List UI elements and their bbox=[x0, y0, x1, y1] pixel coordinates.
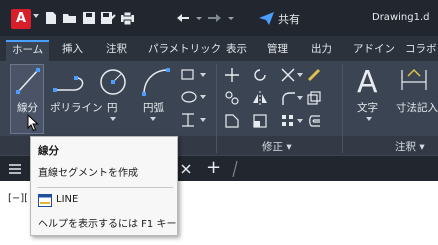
fillet-icon[interactable] bbox=[280, 90, 296, 106]
plot-icon[interactable] bbox=[120, 10, 136, 26]
modify-panel-title[interactable]: 修正 ▾ bbox=[262, 139, 292, 154]
copy-icon[interactable] bbox=[224, 90, 240, 106]
offset-icon[interactable] bbox=[306, 113, 322, 129]
text-icon[interactable]: A bbox=[355, 64, 383, 96]
hatch-dropdown-icon[interactable] bbox=[200, 95, 206, 99]
fillet-dropdown-icon[interactable] bbox=[297, 96, 303, 100]
boundary-icon[interactable] bbox=[180, 112, 196, 128]
dimension-tool-label[interactable]: 寸法記入 bbox=[396, 100, 438, 115]
tab-view[interactable]: 表示 bbox=[226, 40, 247, 61]
open-folder-icon[interactable] bbox=[62, 10, 78, 26]
undo-icon[interactable] bbox=[176, 10, 192, 26]
save-as-icon[interactable] bbox=[100, 10, 116, 26]
save-icon[interactable] bbox=[82, 10, 97, 26]
panel-divider bbox=[342, 64, 343, 153]
trim-dropdown-icon[interactable] bbox=[297, 73, 303, 77]
mirror-icon[interactable] bbox=[252, 90, 268, 106]
tab-separator-icon bbox=[232, 160, 238, 178]
tab-manage[interactable]: 管理 bbox=[267, 40, 288, 61]
arc-icon[interactable] bbox=[140, 66, 172, 98]
stretch-icon[interactable] bbox=[224, 113, 240, 129]
circle-tool-label[interactable]: 円 bbox=[107, 100, 118, 115]
hatch-icon[interactable] bbox=[180, 90, 198, 104]
command-line-icon bbox=[38, 194, 52, 207]
redo-icon[interactable] bbox=[206, 10, 222, 26]
tooltip-help-hint: ヘルプを表示するには F1 キー bbox=[38, 219, 177, 230]
scale-icon[interactable] bbox=[252, 113, 268, 129]
tab-annotate[interactable]: 注釈 bbox=[106, 40, 127, 61]
app-menu-caret-icon[interactable] bbox=[33, 14, 39, 18]
close-tab-icon[interactable] bbox=[180, 163, 192, 175]
hamburger-menu-icon[interactable] bbox=[8, 162, 22, 176]
ribbon-tab-bar: ホーム 挿入 注釈 パラメトリック 表示 管理 出力 アドイン コラボレ bbox=[0, 36, 438, 61]
new-file-icon[interactable] bbox=[44, 10, 58, 26]
circle-icon[interactable] bbox=[97, 66, 129, 98]
title-bar: A 共有 Drawing1.d bbox=[0, 0, 438, 36]
tab-output[interactable]: 出力 bbox=[311, 40, 332, 61]
tab-add-ins[interactable]: アドイン bbox=[353, 40, 395, 61]
array-dropdown-icon[interactable] bbox=[297, 119, 303, 123]
tooltip-description: 直線セグメントを作成 bbox=[38, 168, 138, 179]
tab-collaborate[interactable]: コラボレ bbox=[405, 40, 438, 61]
tab-parametric[interactable]: パラメトリック bbox=[148, 40, 221, 61]
redo-dropdown-icon[interactable] bbox=[228, 17, 234, 20]
annotation-panel-title[interactable]: 注釈 ▾ bbox=[395, 139, 425, 154]
text-tool-label[interactable]: 文字 bbox=[357, 100, 378, 115]
mouse-cursor-icon bbox=[27, 114, 39, 132]
line-tooltip: 線分 直線セグメントを作成 LINE ヘルプを表示するには F1 キー bbox=[30, 136, 178, 236]
polyline-icon[interactable] bbox=[52, 70, 92, 96]
text-dropdown-icon[interactable] bbox=[366, 117, 372, 121]
move-icon[interactable] bbox=[224, 67, 240, 83]
boundary-dropdown-icon[interactable] bbox=[200, 118, 206, 122]
svg-text:A: A bbox=[357, 65, 378, 96]
erase-icon[interactable] bbox=[306, 67, 322, 83]
undo-dropdown-icon[interactable] bbox=[196, 17, 202, 20]
rotate-icon[interactable] bbox=[252, 67, 268, 83]
trim-icon[interactable] bbox=[280, 67, 296, 83]
viewport-controls-label[interactable]: [−][ bbox=[8, 193, 28, 204]
application-menu-button[interactable]: A bbox=[11, 9, 31, 29]
share-label[interactable]: 共有 bbox=[278, 11, 300, 27]
document-title: Drawing1.d bbox=[372, 12, 430, 23]
arc-tool-label[interactable]: 円弧 bbox=[143, 100, 164, 115]
new-tab-plus-icon[interactable]: + bbox=[206, 157, 221, 178]
polyline-tool-label[interactable]: ポリライン bbox=[50, 100, 103, 115]
line-tool-label: 線分 bbox=[17, 102, 38, 114]
tooltip-divider bbox=[37, 187, 173, 188]
explode-icon[interactable] bbox=[306, 90, 322, 106]
tooltip-title: 線分 bbox=[38, 145, 59, 157]
panel-divider bbox=[216, 64, 217, 153]
circle-dropdown-icon[interactable] bbox=[110, 117, 116, 121]
tab-insert[interactable]: 挿入 bbox=[62, 40, 83, 61]
rectangle-dropdown-icon[interactable] bbox=[200, 73, 206, 77]
line-icon bbox=[16, 68, 40, 94]
tab-home[interactable]: ホーム bbox=[6, 40, 50, 61]
tooltip-command-name: LINE bbox=[56, 194, 79, 205]
arc-dropdown-icon[interactable] bbox=[150, 117, 156, 121]
dimension-icon[interactable] bbox=[398, 66, 430, 96]
array-icon[interactable] bbox=[280, 113, 296, 129]
share-icon[interactable] bbox=[258, 10, 276, 26]
rectangle-icon[interactable] bbox=[180, 68, 196, 82]
